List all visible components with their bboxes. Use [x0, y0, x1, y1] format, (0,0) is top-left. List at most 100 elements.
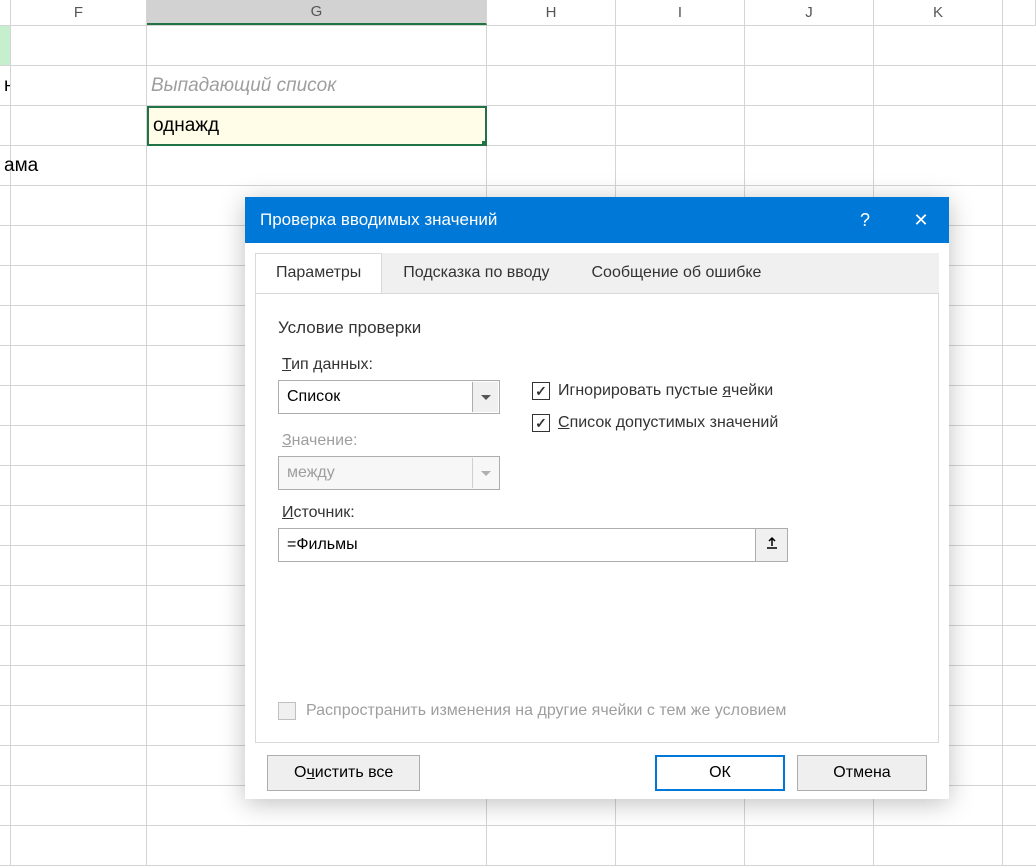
cell[interactable]	[745, 66, 874, 106]
cell[interactable]	[11, 546, 147, 586]
column-header-h[interactable]: H	[487, 0, 616, 25]
cell[interactable]	[1003, 306, 1036, 346]
cell[interactable]	[0, 666, 11, 706]
cell[interactable]	[147, 146, 487, 186]
cell[interactable]	[11, 826, 147, 866]
cell[interactable]	[874, 106, 1003, 146]
cell[interactable]	[487, 106, 616, 146]
cell[interactable]	[11, 506, 147, 546]
cell[interactable]	[1003, 626, 1036, 666]
clear-all-button[interactable]: Очистить все	[267, 755, 420, 791]
column-header-g[interactable]: G	[147, 0, 487, 25]
select-data-type[interactable]: Список	[278, 380, 500, 414]
cell[interactable]	[0, 546, 11, 586]
cell[interactable]	[1003, 106, 1036, 146]
cell[interactable]	[616, 826, 745, 866]
column-header-partial[interactable]	[1003, 0, 1036, 25]
cell[interactable]	[147, 26, 487, 66]
cell[interactable]	[0, 186, 11, 226]
dialog-titlebar[interactable]: Проверка вводимых значений ? ✕	[245, 197, 949, 243]
cell-selected[interactable]: однажд	[147, 106, 487, 146]
cell[interactable]	[11, 386, 147, 426]
cell[interactable]	[874, 66, 1003, 106]
cell[interactable]	[0, 26, 11, 66]
column-header-partial[interactable]	[0, 0, 11, 25]
cell[interactable]	[11, 146, 147, 186]
cell[interactable]	[1003, 146, 1036, 186]
cell[interactable]	[0, 826, 11, 866]
cell[interactable]	[11, 26, 147, 66]
cell[interactable]	[0, 426, 11, 466]
column-header-j[interactable]: J	[745, 0, 874, 25]
tab-input-message[interactable]: Подсказка по вводу	[382, 253, 570, 293]
cell[interactable]	[0, 106, 11, 146]
cell[interactable]	[11, 426, 147, 466]
tab-parameters[interactable]: Параметры	[255, 253, 382, 294]
cell[interactable]	[1003, 666, 1036, 706]
cell[interactable]	[11, 346, 147, 386]
cell[interactable]	[1003, 786, 1036, 826]
cell[interactable]	[487, 146, 616, 186]
cell[interactable]	[874, 146, 1003, 186]
cell[interactable]	[745, 26, 874, 66]
ok-button[interactable]: ОК	[655, 755, 785, 791]
cell[interactable]	[0, 586, 11, 626]
cell-dropdown-placeholder[interactable]: Выпадающий список	[147, 66, 487, 106]
cell[interactable]	[616, 66, 745, 106]
column-header-k[interactable]: K	[874, 0, 1003, 25]
cell[interactable]	[616, 26, 745, 66]
close-button[interactable]: ✕	[893, 197, 949, 243]
cell[interactable]	[0, 746, 11, 786]
cell[interactable]	[0, 626, 11, 666]
cell[interactable]	[11, 786, 147, 826]
cell[interactable]	[11, 266, 147, 306]
column-header-i[interactable]: I	[616, 0, 745, 25]
cell[interactable]	[11, 666, 147, 706]
cell[interactable]	[0, 306, 11, 346]
cell[interactable]	[1003, 226, 1036, 266]
cell[interactable]	[1003, 186, 1036, 226]
cell[interactable]	[1003, 386, 1036, 426]
cell[interactable]	[11, 106, 147, 146]
cell[interactable]	[1003, 266, 1036, 306]
cell[interactable]	[0, 386, 11, 426]
cell[interactable]	[11, 306, 147, 346]
help-button[interactable]: ?	[837, 197, 893, 243]
cell[interactable]: н	[0, 66, 11, 106]
cell[interactable]	[1003, 586, 1036, 626]
cell[interactable]	[11, 226, 147, 266]
cell[interactable]	[745, 106, 874, 146]
cell[interactable]	[1003, 466, 1036, 506]
cell[interactable]	[147, 826, 487, 866]
cell[interactable]	[11, 586, 147, 626]
cell[interactable]	[1003, 66, 1036, 106]
cell[interactable]	[1003, 546, 1036, 586]
cell[interactable]	[11, 466, 147, 506]
cell[interactable]	[1003, 826, 1036, 866]
cell[interactable]	[616, 146, 745, 186]
checkbox-in-cell-dropdown[interactable]: Список допустимых значений	[532, 414, 916, 432]
cell[interactable]	[745, 146, 874, 186]
range-selector-button[interactable]	[756, 528, 788, 562]
cell[interactable]	[0, 226, 11, 266]
cell[interactable]	[1003, 746, 1036, 786]
cell[interactable]	[745, 826, 874, 866]
cell[interactable]	[11, 66, 147, 106]
cell[interactable]	[11, 186, 147, 226]
cell[interactable]	[0, 706, 11, 746]
cell[interactable]	[0, 506, 11, 546]
tab-error-alert[interactable]: Сообщение об ошибке	[571, 253, 783, 293]
column-header-f[interactable]: F	[11, 0, 147, 25]
cell[interactable]	[11, 706, 147, 746]
cell[interactable]: ама	[0, 146, 11, 186]
cell[interactable]	[487, 26, 616, 66]
cell[interactable]	[0, 466, 11, 506]
cell[interactable]	[11, 626, 147, 666]
cell[interactable]	[1003, 426, 1036, 466]
cell[interactable]	[1003, 346, 1036, 386]
cell[interactable]	[0, 786, 11, 826]
checkbox-ignore-blank[interactable]: Игнорировать пустые ячейки	[532, 382, 916, 400]
cell[interactable]	[1003, 506, 1036, 546]
cell[interactable]	[1003, 706, 1036, 746]
cancel-button[interactable]: Отмена	[797, 755, 927, 791]
